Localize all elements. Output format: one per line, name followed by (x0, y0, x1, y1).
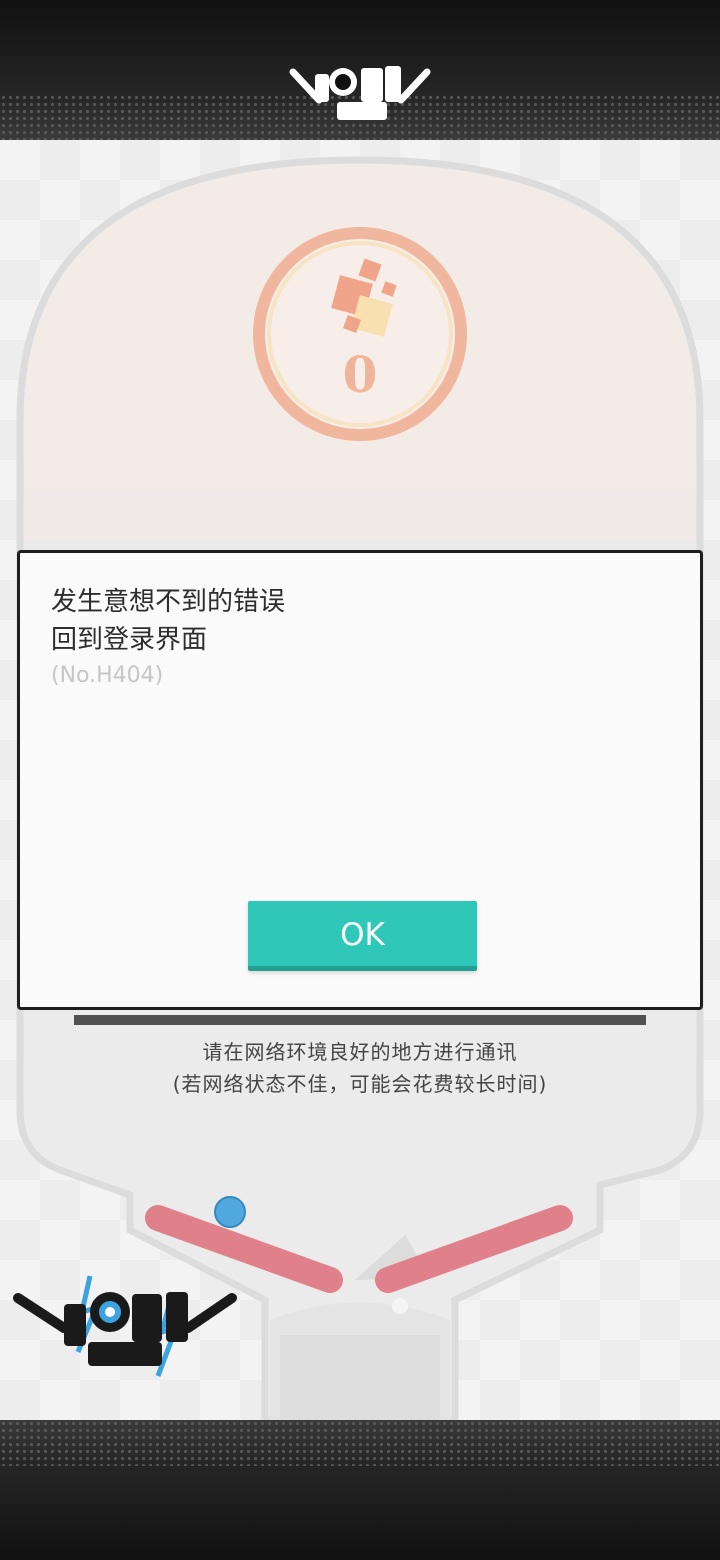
pinball-story-logo-icon (289, 66, 431, 120)
score-ring: 0 (253, 227, 467, 441)
network-note-line1: 请在网络环境良好的地方进行通讯 (202, 1040, 518, 1064)
loading-progress-track (74, 1015, 646, 1025)
score-blocks-icon (331, 258, 397, 337)
score-value: 0 (342, 345, 378, 404)
right-flipper (375, 1205, 573, 1293)
network-note: 请在网络环境良好的地方进行通讯 (若网络状态不佳，可能会花费较长时间) (0, 1036, 720, 1100)
pinball-ball (214, 1196, 246, 1228)
dot-pattern (0, 1420, 720, 1466)
network-note-line2: (若网络状态不佳，可能会花费较长时间) (172, 1072, 548, 1096)
ok-button[interactable]: OK (248, 901, 477, 971)
error-message: 发生意想不到的错误 回到登录界面 (51, 583, 285, 659)
brand-logo-icon (13, 1275, 237, 1377)
error-message-line2: 回到登录界面 (51, 625, 208, 655)
error-message-line1: 发生意想不到的错误 (51, 587, 286, 617)
error-dialog: 发生意想不到的错误 回到登录界面 (No.H404) OK (17, 550, 703, 1010)
top-banner (0, 0, 720, 140)
error-code: (No.H404) (51, 663, 164, 688)
bottom-banner (0, 1420, 720, 1560)
left-flipper (145, 1205, 343, 1293)
